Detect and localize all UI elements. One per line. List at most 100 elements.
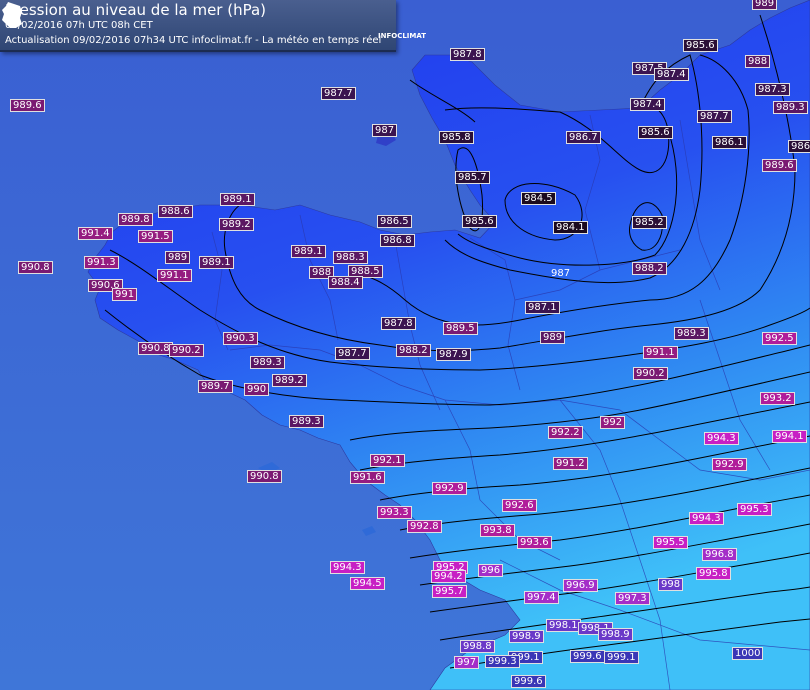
pressure-station-label: 987.1 — [525, 301, 560, 314]
pressure-station-label: 991 — [112, 288, 138, 301]
pressure-station-label: 984.1 — [553, 221, 588, 234]
pressure-station-label: 992.8 — [407, 520, 442, 533]
map-header: Pression au niveau de la mer (hPa) 09/02… — [0, 0, 426, 52]
pressure-station-label: 988.4 — [328, 276, 363, 289]
pressure-station-label: 992 — [600, 416, 626, 429]
pressure-station-label: 989.7 — [198, 380, 233, 393]
pressure-station-label: 995.3 — [737, 503, 772, 516]
pressure-station-label: 987.9 — [436, 348, 471, 361]
pressure-station-label: 990 — [244, 383, 270, 396]
pressure-station-label: 985.7 — [455, 171, 490, 184]
pressure-station-label: 987.4 — [630, 98, 665, 111]
pressure-station-label: 992.2 — [548, 426, 583, 439]
logo-text: INFOCLIMAT — [378, 32, 427, 40]
pressure-station-label: 990.8 — [247, 470, 282, 483]
pressure-station-label: 992.5 — [762, 332, 797, 345]
isobar-label-987: 987 — [551, 268, 571, 279]
pressure-station-label: 999.1 — [604, 651, 639, 664]
pressure-station-label: 991.1 — [643, 346, 678, 359]
pressure-station-label: 986.7 — [566, 131, 601, 144]
pressure-station-label: 992.6 — [502, 499, 537, 512]
pressure-station-label: 993.2 — [760, 392, 795, 405]
pressure-station-label: 990.2 — [169, 344, 204, 357]
pressure-station-label: 991.6 — [350, 471, 385, 484]
pressure-station-label: 999.3 — [485, 655, 520, 668]
pressure-station-label: 989.2 — [219, 218, 254, 231]
pressure-station-label: 998.9 — [598, 628, 633, 641]
pressure-station-label: 989.6 — [10, 99, 45, 112]
pressure-station-label: 990.2 — [633, 367, 668, 380]
pressure-station-label: 994.3 — [704, 432, 739, 445]
pressure-station-label: 989.3 — [289, 415, 324, 428]
pressure-station-label: 997.3 — [615, 592, 650, 605]
pressure-station-label: 993.8 — [480, 524, 515, 537]
pressure-station-label: 989.1 — [291, 245, 326, 258]
pressure-station-label: 987.7 — [335, 347, 370, 360]
pressure-station-label: 990.3 — [223, 332, 258, 345]
pressure-station-label: 998.1 — [546, 619, 581, 632]
pressure-station-label: 989 — [165, 251, 191, 264]
pressure-station-label: 996.9 — [563, 579, 598, 592]
pressure-station-label: 986.5 — [377, 215, 412, 228]
pressure-station-label: 994.5 — [350, 577, 385, 590]
pressure-station-label: 998.9 — [509, 630, 544, 643]
map-title: Pression au niveau de la mer (hPa) — [5, 1, 267, 19]
pressure-station-label: 993.3 — [377, 506, 412, 519]
pressure-station-label: 991.4 — [78, 227, 113, 240]
pressure-station-label: 986.8 — [380, 234, 415, 247]
pressure-station-label: 989.5 — [443, 322, 478, 335]
pressure-station-label: 987 — [372, 124, 398, 137]
pressure-station-label: 984.5 — [521, 192, 556, 205]
pressure-station-label: 989.8 — [118, 213, 153, 226]
pressure-station-label: 988.2 — [632, 262, 667, 275]
pressure-station-label: 995.7 — [432, 585, 467, 598]
pressure-station-label: 991.2 — [553, 457, 588, 470]
pressure-station-label: 989.6 — [762, 159, 797, 172]
pressure-station-label: 990.8 — [138, 342, 173, 355]
pressure-station-label: 989.3 — [250, 356, 285, 369]
pressure-station-label: 992.1 — [370, 454, 405, 467]
pressure-station-label: 998.8 — [460, 640, 495, 653]
pressure-station-label: 989.1 — [220, 193, 255, 206]
pressure-station-label: 989.2 — [272, 374, 307, 387]
pressure-station-label: 988.6 — [158, 205, 193, 218]
pressure-station-label: 988 — [745, 55, 771, 68]
pressure-station-label: 987.7 — [321, 87, 356, 100]
map-update-info: Actualisation 09/02/2016 07h34 UTC infoc… — [5, 35, 382, 46]
pressure-station-label: 986.1 — [712, 136, 747, 149]
pressure-station-label: 994.2 — [431, 570, 466, 583]
pressure-station-label: 987.8 — [450, 48, 485, 61]
pressure-station-label: 992.9 — [712, 458, 747, 471]
pressure-station-label: 995.8 — [696, 567, 731, 580]
pressure-station-label: 985.6 — [638, 126, 673, 139]
pressure-station-label: 1000 — [732, 647, 764, 660]
pressure-station-label: 991.5 — [138, 230, 173, 243]
pressure-station-label: 987.8 — [381, 317, 416, 330]
pressure-station-label: 990.8 — [18, 261, 53, 274]
pressure-station-label: 987.7 — [697, 110, 732, 123]
pressure-station-label: 997 — [454, 656, 480, 669]
pressure-station-label: 989.3 — [773, 101, 808, 114]
pressure-station-label: 989 — [752, 0, 778, 10]
pressure-station-label: 987.4 — [654, 68, 689, 81]
map-timestamp: 09/02/2016 07h UTC 08h CET — [5, 20, 153, 31]
pressure-station-label: 999.6 — [511, 675, 546, 688]
pressure-station-label: 993.6 — [517, 536, 552, 549]
france-logo-icon — [2, 2, 22, 28]
pressure-station-label: 994.1 — [772, 430, 807, 443]
pressure-station-label: 989.1 — [199, 256, 234, 269]
pressure-station-label: 997.4 — [524, 591, 559, 604]
pressure-map: 987 Pression au niveau de la mer (hPa) 0… — [0, 0, 810, 690]
pressure-station-label: 985.2 — [632, 216, 667, 229]
pressure-station-label: 987.3 — [755, 83, 790, 96]
pressure-station-label: 985.6 — [462, 215, 497, 228]
pressure-station-label: 985.8 — [439, 131, 474, 144]
pressure-station-label: 994.3 — [330, 561, 365, 574]
pressure-station-label: 992.9 — [432, 482, 467, 495]
pressure-station-label: 989.3 — [674, 327, 709, 340]
pressure-station-label: 996 — [478, 564, 504, 577]
pressure-station-label: 991.1 — [157, 269, 192, 282]
pressure-station-label: 986 — [788, 140, 810, 153]
pressure-station-label: 994.3 — [689, 512, 724, 525]
pressure-station-label: 988.2 — [396, 344, 431, 357]
